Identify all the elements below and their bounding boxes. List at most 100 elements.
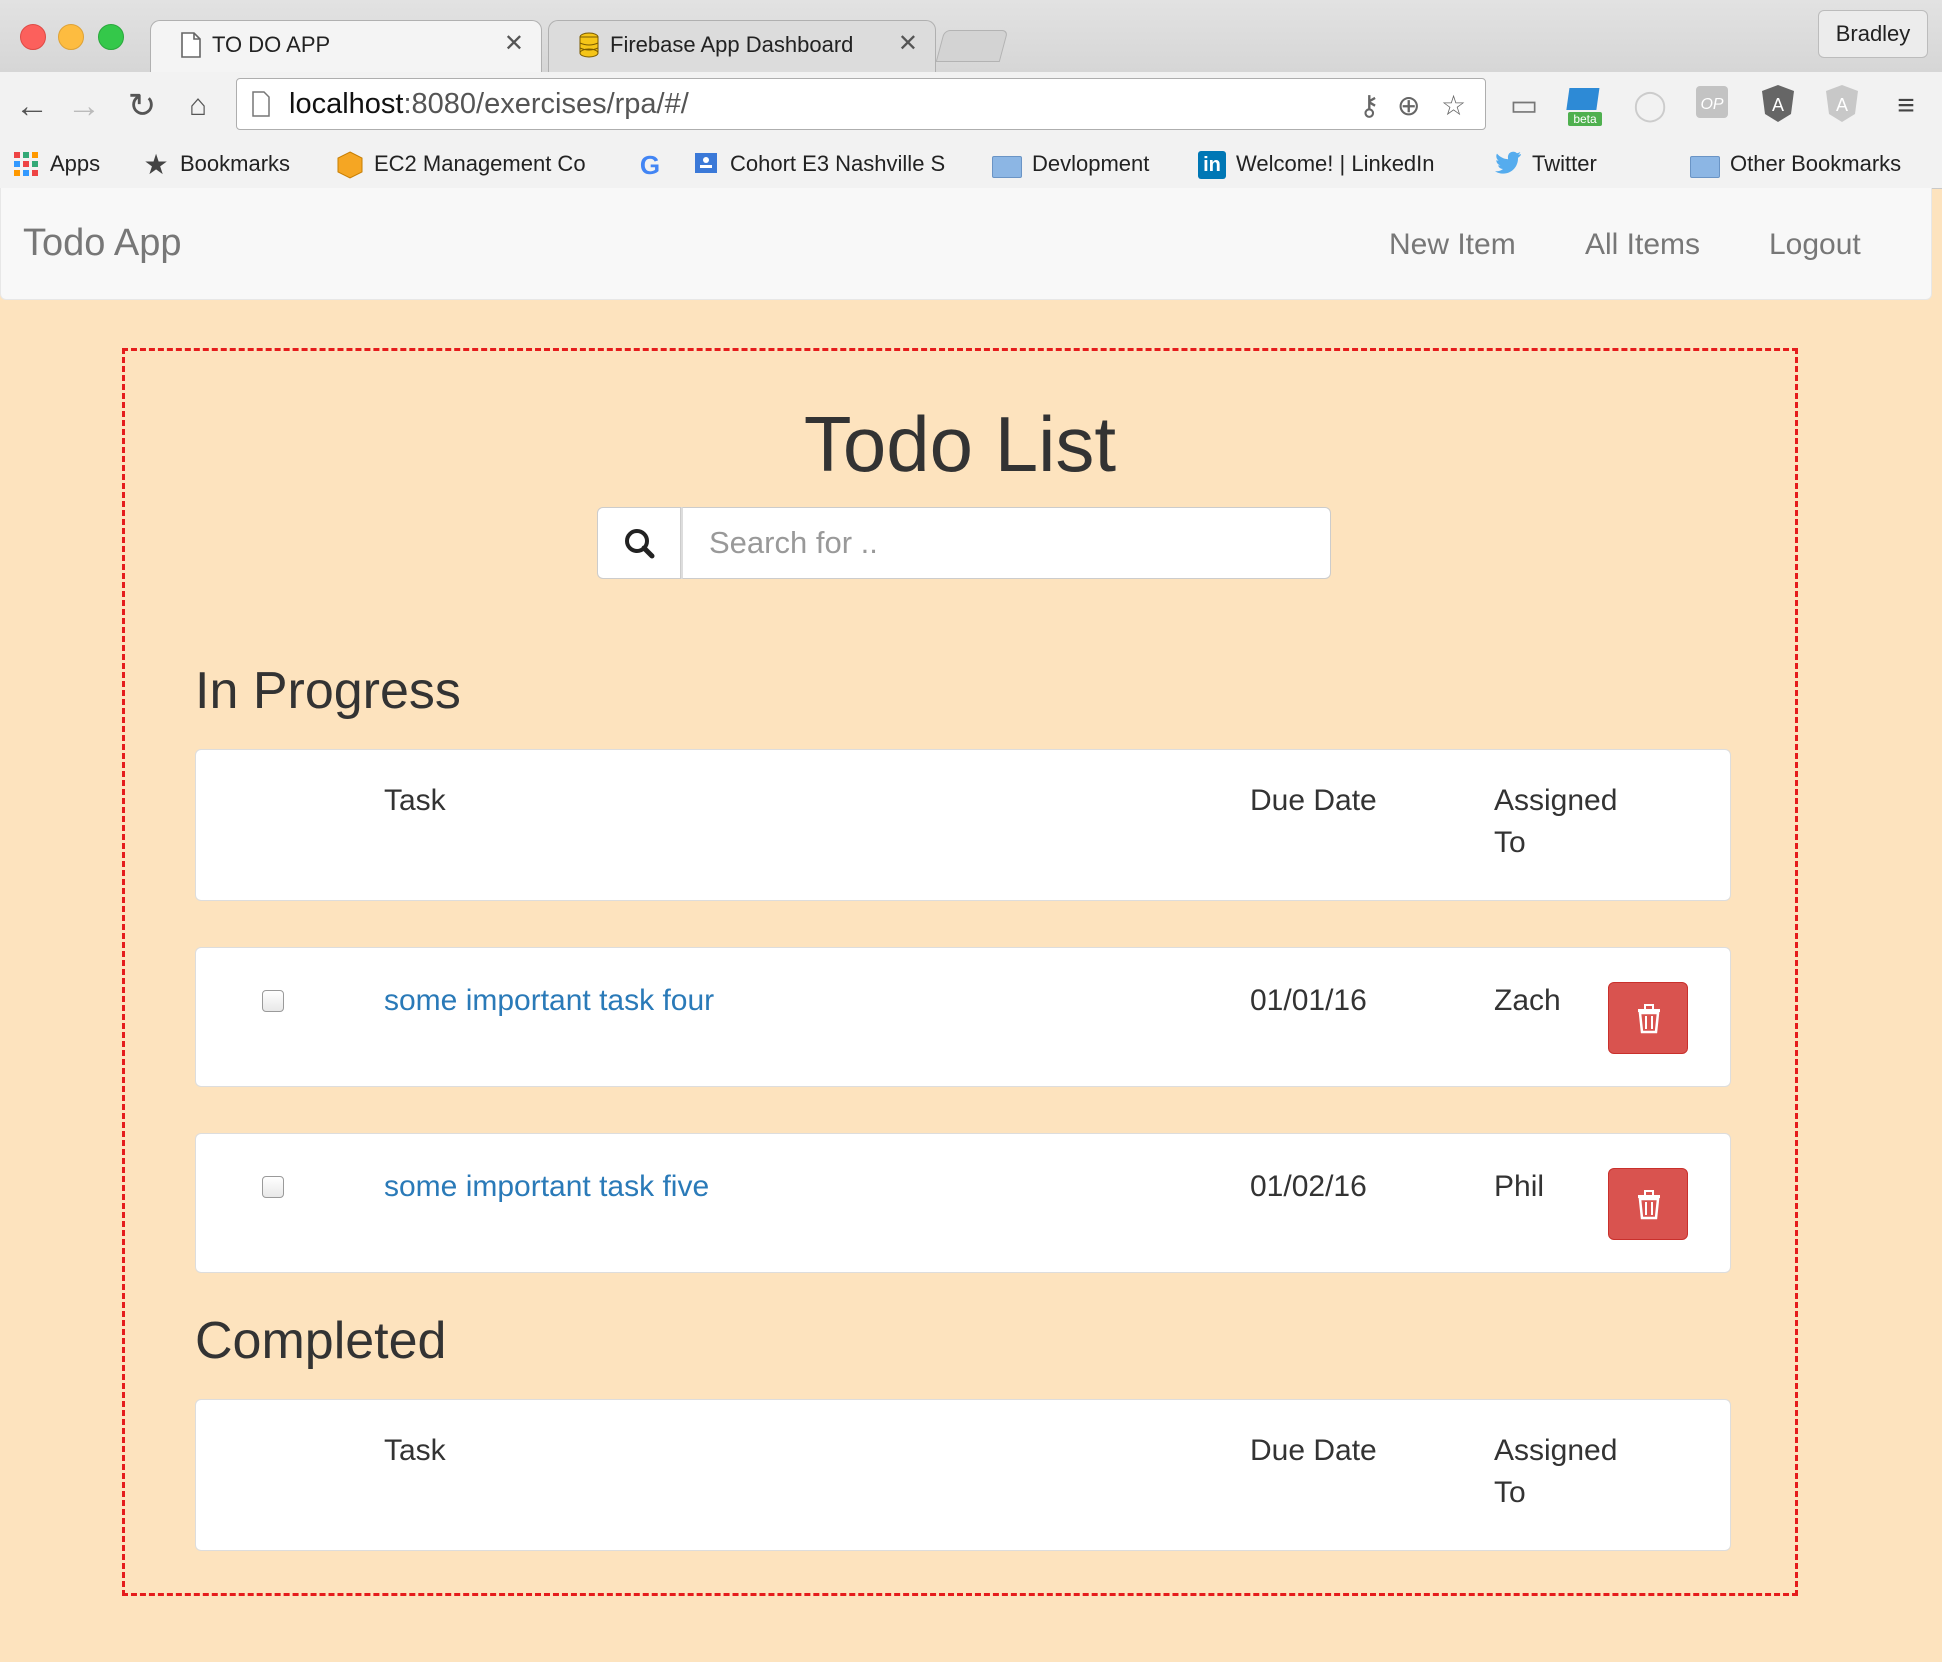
bookmarks-bar: Apps ★ Bookmarks EC2 Management Co G Coho… — [0, 140, 1942, 189]
in-progress-heading: In Progress — [195, 662, 461, 720]
header-task: Task — [384, 784, 446, 817]
bookmark-label: Twitter — [1532, 151, 1597, 176]
url-host: localhost — [289, 88, 404, 120]
beta-extension-graphic: beta — [1566, 88, 1602, 126]
delete-button[interactable] — [1608, 982, 1688, 1054]
reload-icon[interactable]: ↻ — [122, 86, 162, 126]
header-assigned-to: Assigned To — [1494, 784, 1618, 859]
table-row: some important task four 01/01/16 Zach — [195, 947, 1731, 1087]
page-icon — [181, 32, 201, 58]
search-group — [597, 507, 1331, 579]
bookmark-cohort[interactable]: Cohort E3 Nashville S — [692, 148, 945, 180]
bookmark-other[interactable]: Other Bookmarks — [1690, 148, 1901, 180]
todo-container: Todo List In Progress Task Due Date Assi… — [122, 348, 1798, 1596]
beta-extension-icon[interactable]: beta — [1564, 84, 1608, 128]
bookmark-label: Apps — [50, 151, 101, 176]
google-icon: G — [639, 150, 661, 181]
tab-firebase-dashboard[interactable]: Firebase App Dashboard ✕ — [548, 20, 936, 72]
op-extension-icon[interactable]: OP — [1690, 84, 1734, 128]
browser-chrome: TO DO APP ✕ Firebase App Dashboard ✕ Bra… — [0, 0, 1942, 189]
close-tab-icon[interactable]: ✕ — [504, 29, 524, 58]
bookmark-label: Welcome! | LinkedIn — [1236, 151, 1435, 176]
url-path: :8080/exercises/rpa/#/ — [403, 88, 689, 120]
apps-grid-icon — [12, 151, 40, 179]
table-row: some important task five 01/02/16 Phil — [195, 1133, 1731, 1273]
task-checkbox[interactable] — [262, 990, 284, 1012]
tab-title: TO DO APP — [212, 32, 331, 57]
beta-badge-label: beta — [1573, 112, 1597, 126]
bookmark-label: EC2 Management Co — [374, 151, 586, 176]
twitter-icon — [1494, 151, 1522, 179]
bookmark-twitter[interactable]: Twitter — [1494, 148, 1597, 180]
back-icon[interactable]: ← — [12, 86, 52, 126]
bookmark-google[interactable]: G — [636, 148, 674, 180]
url-text[interactable]: localhost:8080/exercises/rpa/#/ — [289, 88, 689, 121]
trash-icon — [1638, 1004, 1660, 1034]
bookmark-label: Bookmarks — [180, 151, 291, 176]
linkedin-icon: in — [1198, 151, 1226, 180]
task-due-date: 01/02/16 — [1250, 1170, 1367, 1203]
nav-logout[interactable]: Logout — [1769, 228, 1861, 262]
task-link[interactable]: some important task four — [384, 980, 714, 1022]
bookmark-linkedin[interactable]: in Welcome! | LinkedIn — [1198, 148, 1435, 180]
tab-todo-app[interactable]: TO DO APP ✕ — [150, 20, 542, 72]
svg-text:OP: OP — [1700, 96, 1723, 113]
close-tab-icon[interactable]: ✕ — [898, 29, 918, 58]
bookmark-ec2[interactable]: EC2 Management Co — [336, 148, 586, 180]
menu-icon[interactable]: ≡ — [1884, 84, 1928, 128]
completed-table-header: Task Due Date Assigned To — [195, 1399, 1731, 1551]
app-navbar: Todo App New Item All Items Logout — [0, 188, 1932, 300]
search-input[interactable] — [681, 507, 1331, 579]
task-checkbox[interactable] — [262, 1176, 284, 1198]
classroom-icon — [692, 151, 720, 179]
opera-icon[interactable]: ◯ — [1628, 84, 1672, 128]
minimize-window-button[interactable] — [58, 24, 84, 50]
profile-button[interactable]: Bradley — [1818, 10, 1928, 58]
aws-box-icon — [336, 151, 364, 179]
home-icon[interactable]: ⌂ — [178, 86, 218, 126]
address-bar[interactable]: localhost:8080/exercises/rpa/#/ ⚷ ⊕ ☆ — [236, 78, 1486, 130]
bookmark-label: Other Bookmarks — [1730, 151, 1902, 176]
cast-icon[interactable]: ▭ — [1502, 84, 1546, 128]
bookmark-bookmarks[interactable]: ★ Bookmarks — [142, 148, 290, 180]
tab-background — [150, 20, 542, 72]
completed-heading: Completed — [195, 1312, 447, 1370]
angular-light-icon[interactable]: A — [1820, 84, 1864, 128]
tab-title: Firebase App Dashboard — [610, 32, 854, 57]
angular-graphic: A — [1762, 85, 1794, 122]
bookmark-apps[interactable]: Apps — [12, 148, 100, 180]
trash-icon — [1638, 1190, 1660, 1220]
app-brand[interactable]: Todo App — [23, 222, 181, 265]
bookmark-star-icon[interactable]: ☆ — [1441, 89, 1466, 122]
nav-all-items[interactable]: All Items — [1585, 228, 1700, 262]
task-due-date: 01/01/16 — [1250, 984, 1367, 1017]
in-progress-table-header: Task Due Date Assigned To — [195, 749, 1731, 901]
bookmark-label: Devlopment — [1032, 151, 1150, 176]
close-window-button[interactable] — [20, 24, 46, 50]
angular-graphic: A — [1826, 85, 1858, 122]
tab-strip: TO DO APP ✕ Firebase App Dashboard ✕ Bra… — [0, 0, 1942, 73]
search-icon — [625, 529, 655, 559]
forward-icon[interactable]: → — [64, 86, 104, 126]
star-icon: ★ — [143, 149, 169, 181]
angular-dark-icon[interactable]: A — [1756, 84, 1800, 128]
new-tab-button[interactable] — [935, 30, 1009, 62]
nav-new-item[interactable]: New Item — [1389, 228, 1516, 262]
bookmark-devlopment[interactable]: Devlopment — [992, 148, 1149, 180]
op-graphic: OP — [1696, 86, 1728, 118]
page-title: Todo List — [803, 400, 1117, 488]
zoom-icon[interactable]: ⊕ — [1397, 89, 1420, 122]
firebase-icon — [579, 32, 599, 58]
page-info-icon — [252, 91, 270, 117]
maximize-window-button[interactable] — [98, 24, 124, 50]
browser-toolbar: ← → ↻ ⌂ localhost:8080/exercises/rpa/#/ … — [0, 72, 1942, 140]
header-assigned-to: Assigned To — [1494, 1434, 1618, 1509]
header-task: Task — [384, 1434, 446, 1467]
delete-button[interactable] — [1608, 1168, 1688, 1240]
key-icon[interactable]: ⚷ — [1359, 89, 1380, 122]
svg-text:A: A — [1772, 95, 1784, 115]
header-due-date: Due Date — [1250, 1434, 1377, 1467]
task-link[interactable]: some important task five — [384, 1166, 709, 1208]
folder-icon — [992, 156, 1022, 179]
header-due-date: Due Date — [1250, 784, 1377, 817]
